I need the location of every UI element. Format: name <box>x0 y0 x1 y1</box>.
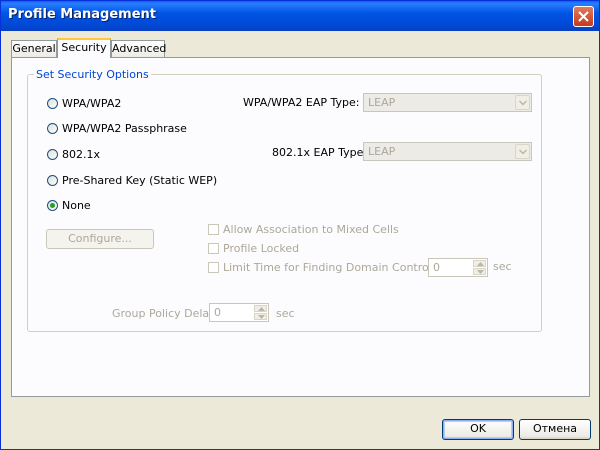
radio-label: WPA/WPA2 <box>62 96 122 110</box>
spin-down-button[interactable] <box>254 313 267 320</box>
radio-button[interactable] <box>47 148 58 160</box>
spin-up-button[interactable] <box>254 305 267 312</box>
close-button[interactable] <box>573 6 594 27</box>
ok-button[interactable]: OK <box>442 419 514 440</box>
spin-buttons <box>254 305 267 320</box>
window-title: Profile Management <box>8 7 156 22</box>
radio-8021x[interactable]: 802.1x <box>47 147 100 161</box>
group-policy-delay-value: 0 <box>214 306 221 319</box>
radio-button-selected[interactable] <box>47 199 58 211</box>
spin-up-button[interactable] <box>473 260 486 267</box>
radio-label: Pre-Shared Key (Static WEP) <box>62 173 218 187</box>
8021x-eap-type-value: LEAP <box>368 145 396 158</box>
spin-down-button[interactable] <box>473 268 486 275</box>
wpa-eap-type-value: LEAP <box>368 96 396 109</box>
dropdown-button[interactable] <box>515 144 530 159</box>
group-policy-delay-unit: sec <box>276 307 295 320</box>
security-options-group <box>27 74 542 332</box>
wpa-eap-type-label: WPA/WPA2 EAP Type: <box>243 96 360 109</box>
group-policy-delay-spinner[interactable]: 0 <box>209 303 269 322</box>
chevron-down-icon <box>519 149 527 155</box>
radio-none[interactable]: None <box>47 198 91 212</box>
arrow-down-icon <box>258 315 265 319</box>
cancel-button[interactable]: Отмена <box>519 419 591 440</box>
8021x-eap-type-select[interactable]: LEAP <box>363 142 532 161</box>
domain-timeout-spinner[interactable]: 0 <box>428 258 488 277</box>
configure-button[interactable]: Configure... <box>46 229 154 249</box>
profile-management-window: Profile Management General Security Adva… <box>0 0 600 450</box>
radio-label: None <box>62 198 91 212</box>
radio-button[interactable] <box>47 122 58 134</box>
checkbox[interactable] <box>208 223 219 235</box>
close-icon <box>578 11 589 22</box>
checkbox[interactable] <box>208 242 219 254</box>
radio-button[interactable] <box>47 97 58 109</box>
checkbox-label: Profile Locked <box>223 241 300 255</box>
wpa-eap-type-select[interactable]: LEAP <box>363 93 532 112</box>
dropdown-button[interactable] <box>515 95 530 110</box>
checkbox-profile-locked[interactable]: Profile Locked <box>208 241 299 255</box>
domain-timeout-unit: sec <box>493 260 512 273</box>
domain-timeout-value: 0 <box>433 261 440 274</box>
radio-wpa-wpa2[interactable]: WPA/WPA2 <box>47 96 121 110</box>
tab-general[interactable]: General <box>11 40 57 57</box>
radio-pre-shared-key[interactable]: Pre-Shared Key (Static WEP) <box>47 173 217 187</box>
checkbox[interactable] <box>208 261 219 273</box>
arrow-up-icon <box>258 307 265 311</box>
title-bar[interactable]: Profile Management <box>1 1 599 31</box>
radio-label: 802.1x <box>62 147 101 161</box>
checkbox-label: Allow Association to Mixed Cells <box>223 222 399 236</box>
radio-label: WPA/WPA2 Passphrase <box>62 121 187 135</box>
radio-button[interactable] <box>47 174 58 186</box>
chevron-down-icon <box>519 100 527 106</box>
tab-advanced[interactable]: Advanced <box>111 40 166 57</box>
checkbox-limit-domain-time[interactable]: Limit Time for Finding Domain Controller… <box>208 260 465 274</box>
arrow-down-icon <box>477 270 484 274</box>
checkbox-allow-mixed-cells[interactable]: Allow Association to Mixed Cells <box>208 222 399 236</box>
spin-buttons <box>473 260 486 275</box>
group-title: Set Security Options <box>34 68 151 81</box>
8021x-eap-type-label: 802.1x EAP Type: <box>272 146 368 159</box>
arrow-up-icon <box>477 262 484 266</box>
tab-security[interactable]: Security <box>57 38 111 58</box>
group-policy-delay-label: Group Policy Delay: <box>112 307 219 320</box>
radio-wpa-passphrase[interactable]: WPA/WPA2 Passphrase <box>47 121 187 135</box>
